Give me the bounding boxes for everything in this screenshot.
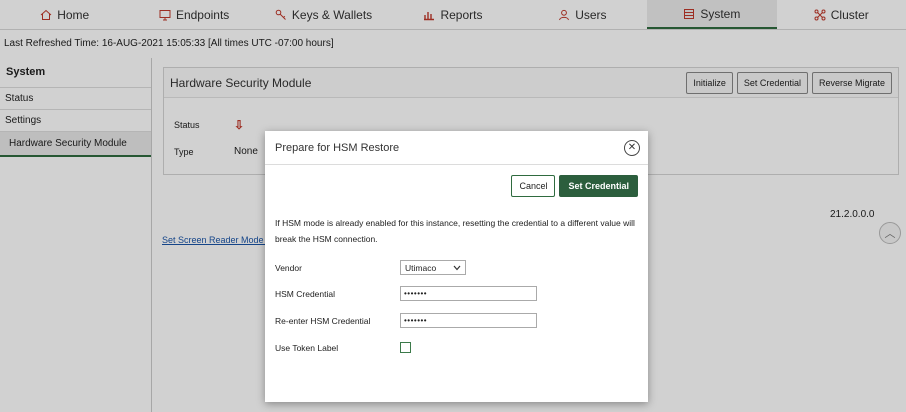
- chevron-down-icon: [453, 265, 461, 270]
- reenter-credential-label: Re-enter HSM Credential: [275, 315, 371, 326]
- reenter-credential-input[interactable]: •••••••: [400, 313, 537, 328]
- warning-message: If HSM mode is already enabled for this …: [275, 218, 635, 244]
- hsm-credential-label: HSM Credential: [275, 288, 335, 299]
- vendor-value: Utimaco: [405, 262, 437, 273]
- set-credential-submit-button[interactable]: Set Credential: [559, 175, 638, 197]
- vendor-row: Vendor Utimaco: [275, 260, 466, 275]
- token-label-row: Use Token Label: [275, 342, 411, 353]
- hsm-restore-dialog: Prepare for HSM Restore ✕ Cancel Set Cre…: [265, 131, 648, 402]
- dialog-title: Prepare for HSM Restore: [275, 141, 400, 154]
- dialog-actions: Cancel Set Credential: [511, 175, 638, 197]
- hsm-credential-input[interactable]: •••••••: [400, 286, 537, 301]
- vendor-select[interactable]: Utimaco: [400, 260, 466, 275]
- close-icon: ✕: [627, 142, 637, 153]
- reenter-credential-row: Re-enter HSM Credential •••••••: [275, 313, 537, 328]
- cancel-button[interactable]: Cancel: [511, 175, 556, 197]
- token-label-label: Use Token Label: [275, 342, 339, 353]
- dialog-header: Prepare for HSM Restore ✕: [265, 131, 648, 165]
- use-token-label-checkbox[interactable]: [400, 342, 411, 353]
- hsm-credential-row: HSM Credential •••••••: [275, 286, 537, 301]
- vendor-label: Vendor: [275, 262, 302, 273]
- close-button[interactable]: ✕: [624, 139, 640, 156]
